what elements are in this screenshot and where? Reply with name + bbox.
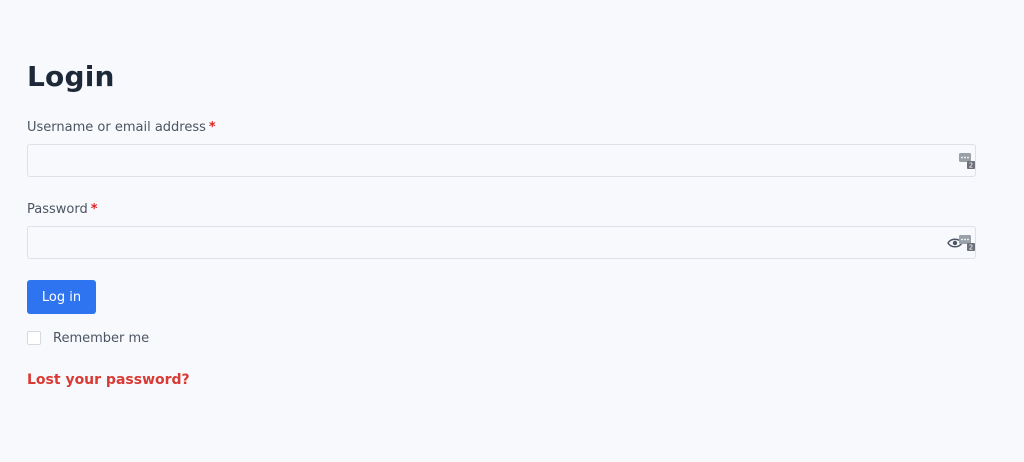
required-marker: * [90, 202, 98, 217]
lost-password-link[interactable]: Lost your password? [27, 372, 190, 388]
password-label-text: Password [27, 202, 88, 217]
log-in-button[interactable]: Log in [27, 280, 96, 314]
password-manager-icon[interactable]: 2 [959, 235, 975, 251]
page-title: Login [27, 60, 115, 93]
password-field-wrapper: 2 [27, 226, 976, 259]
required-marker: * [208, 120, 216, 135]
password-manager-icon[interactable]: 2 [959, 153, 975, 169]
password-input[interactable] [28, 227, 975, 258]
password-label: Password * [27, 202, 98, 217]
username-label-text: Username or email address [27, 120, 206, 135]
username-input[interactable] [28, 145, 975, 176]
remember-me-checkbox[interactable] [27, 331, 41, 345]
remember-me-row: Remember me [27, 330, 149, 346]
remember-me-label[interactable]: Remember me [53, 331, 149, 346]
password-manager-badge: 2 [969, 244, 973, 252]
password-manager-badge: 2 [969, 162, 973, 170]
username-field-wrapper: 2 [27, 144, 976, 177]
username-label: Username or email address * [27, 120, 216, 135]
